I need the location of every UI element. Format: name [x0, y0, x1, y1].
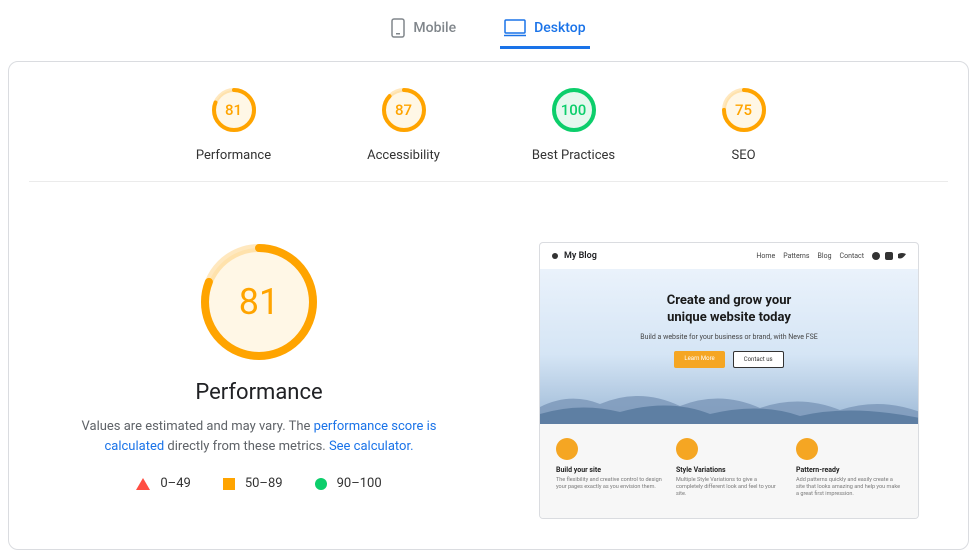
feature-icon: [676, 438, 698, 460]
feature-icon: [796, 438, 818, 460]
tab-desktop[interactable]: Desktop: [500, 10, 589, 49]
gauge-seo[interactable]: 75 SEO: [694, 86, 794, 163]
legend-poor: 0–49: [136, 476, 190, 491]
preview-nav: Home Patterns Blog Contact: [756, 252, 906, 260]
tab-mobile-label: Mobile: [413, 20, 456, 36]
gauge-best-practices[interactable]: 100 Best Practices: [524, 86, 624, 163]
triangle-icon: [136, 478, 150, 490]
performance-section: 81 Performance Values are estimated and …: [29, 242, 489, 519]
mountains-illustration: [540, 382, 919, 424]
instagram-icon: [885, 252, 893, 260]
gauge-accessibility[interactable]: 87 Accessibility: [354, 86, 454, 163]
legend-good: 90–100: [315, 476, 382, 491]
preview-hero-title: Create and grow your unique website toda…: [560, 293, 898, 327]
see-calculator-link[interactable]: See calculator.: [329, 439, 414, 454]
mobile-icon: [391, 18, 405, 38]
logo-dot-icon: [552, 253, 558, 259]
preview-primary-button: Learn More: [674, 351, 724, 368]
gauge-performance[interactable]: 81 Performance: [184, 86, 284, 163]
preview-header: My Blog Home Patterns Blog Contact: [540, 243, 918, 269]
performance-big-score: 81: [199, 242, 319, 362]
report-card: 81 Performance 87 Accessibility 100 Best Prac…: [8, 61, 969, 550]
gauge-label: SEO: [731, 148, 755, 163]
preview-features: Build your site The flexibility and crea…: [540, 424, 918, 518]
gauge-score: 75: [720, 86, 768, 134]
gauge-label: Accessibility: [367, 148, 440, 163]
gauge-label: Performance: [196, 148, 271, 163]
facebook-icon: [872, 252, 880, 260]
performance-big-gauge: 81: [199, 242, 319, 362]
circle-icon: [315, 478, 327, 490]
preview-feature: Build your site The flexibility and crea…: [556, 438, 662, 498]
preview-feature: Pattern-ready Add patterns quickly and e…: [796, 438, 902, 498]
preview-feature: Style Variations Multiple Style Variatio…: [676, 438, 782, 498]
preview-frame: My Blog Home Patterns Blog Contact: [539, 242, 919, 519]
preview-social: [872, 252, 906, 260]
preview-logo: My Blog: [552, 251, 597, 261]
preview-hero: Create and grow your unique website toda…: [540, 269, 918, 424]
preview-hero-buttons: Learn More Contact us: [560, 351, 898, 368]
performance-title: Performance: [195, 380, 322, 405]
preview-hero-subtitle: Build a website for your business or bra…: [560, 333, 898, 341]
gauge-score: 100: [550, 86, 598, 134]
site-preview: My Blog Home Patterns Blog Contact: [539, 242, 948, 519]
device-tabs: Mobile Desktop: [0, 0, 977, 49]
desktop-icon: [504, 19, 526, 37]
tab-desktop-label: Desktop: [534, 20, 585, 36]
preview-secondary-button: Contact us: [733, 351, 784, 368]
legend-average: 50–89: [223, 476, 283, 491]
square-icon: [223, 478, 235, 490]
gauge-score: 81: [210, 86, 258, 134]
performance-description: Values are estimated and may vary. The p…: [59, 417, 459, 456]
twitter-icon: [898, 252, 906, 260]
gauge-label: Best Practices: [532, 148, 615, 163]
score-gauges-row: 81 Performance 87 Accessibility 100 Best Prac…: [29, 86, 948, 182]
feature-icon: [556, 438, 578, 460]
score-legend: 0–49 50–89 90–100: [136, 476, 381, 491]
tab-mobile[interactable]: Mobile: [387, 10, 460, 49]
gauge-score: 87: [380, 86, 428, 134]
